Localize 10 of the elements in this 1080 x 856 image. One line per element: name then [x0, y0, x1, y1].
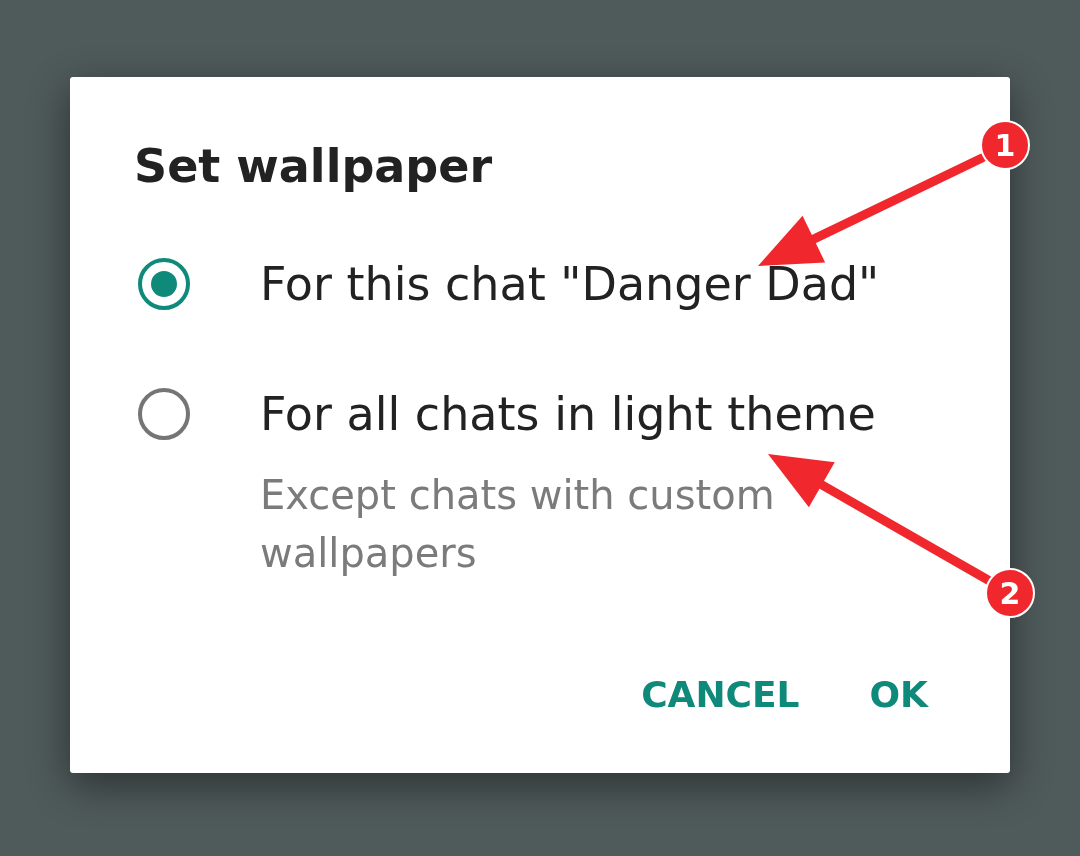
step-number-badge: 2 [985, 568, 1035, 618]
option-label[interactable]: For all chats in light theme [260, 383, 876, 444]
dialog-button[interactable]: CANCEL [641, 674, 800, 715]
dialog-button[interactable]: OK [869, 674, 928, 715]
radio-button[interactable] [138, 387, 190, 440]
radio-button[interactable] [138, 257, 190, 310]
dialog-title: Set wallpaper [134, 141, 494, 192]
option-description: Except chats with custom wallpapers [260, 470, 776, 578]
option-label[interactable]: For this chat "Danger Dad" [260, 253, 880, 314]
step-number-badge: 1 [980, 120, 1030, 170]
